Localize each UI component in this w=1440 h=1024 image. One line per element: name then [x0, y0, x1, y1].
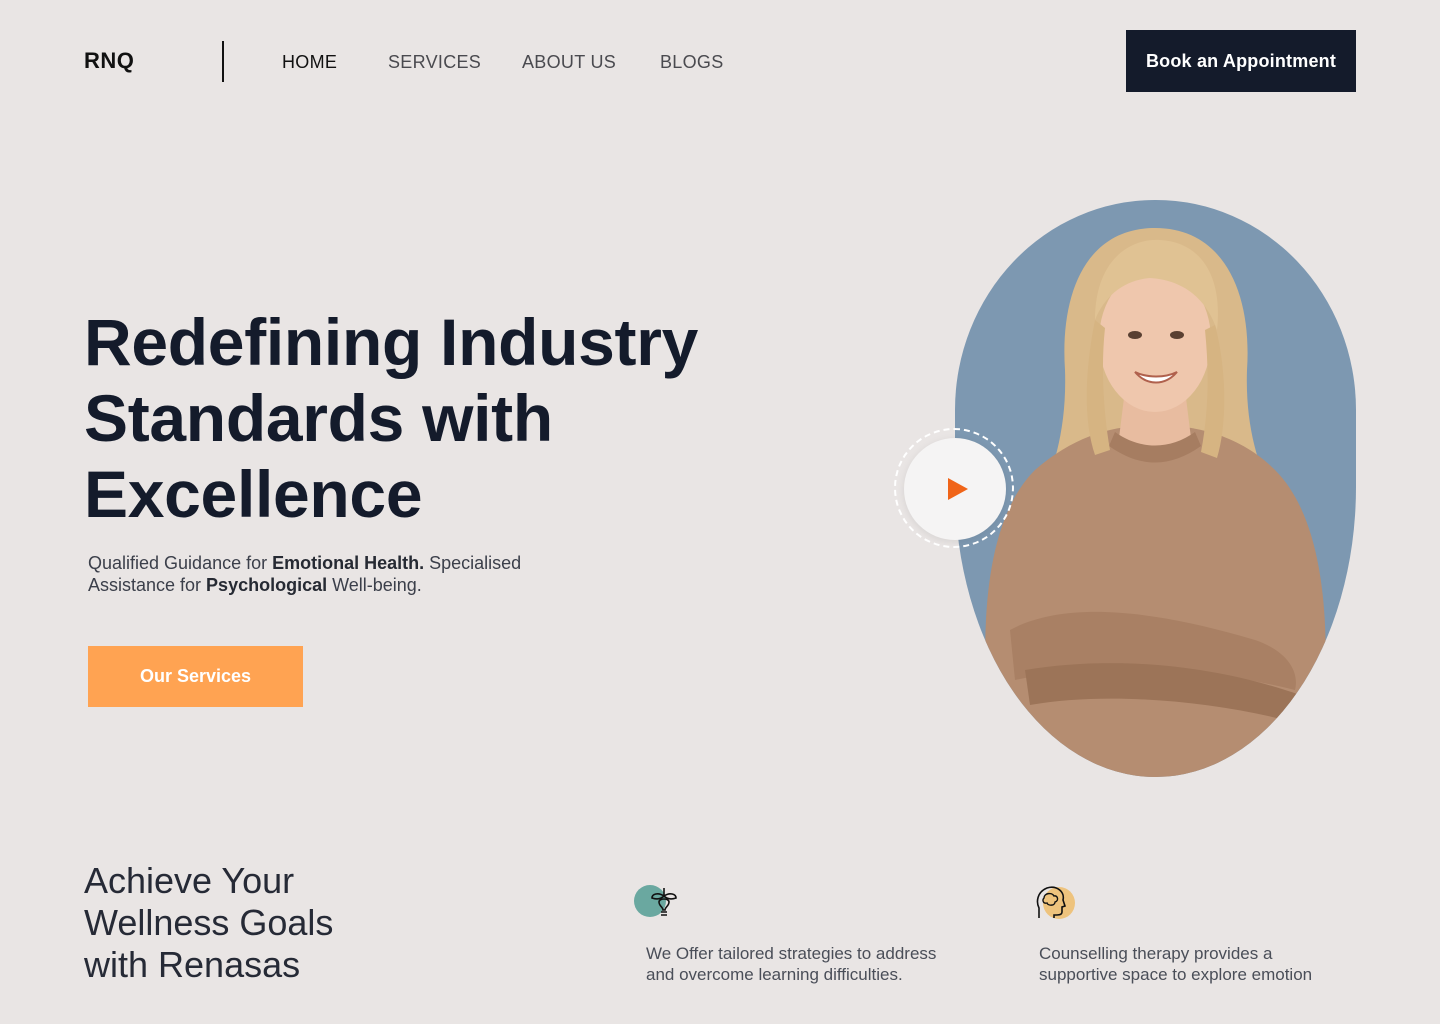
- hero-title-line: Standards with: [84, 381, 553, 455]
- lightbulb-growth-icon: [634, 884, 682, 925]
- feature-text-learning: We Offer tailored strategies to address …: [646, 943, 976, 985]
- nav-item-about-us[interactable]: ABOUT US: [522, 52, 616, 73]
- nav-item-blogs[interactable]: BLOGS: [660, 52, 724, 73]
- our-services-button[interactable]: Our Services: [88, 646, 303, 707]
- hero-title: Redefining Industry Standards with Excel…: [84, 304, 784, 532]
- nav-item-home[interactable]: HOME: [282, 52, 337, 73]
- feature-text-line: Counselling therapy provides a: [1039, 944, 1273, 963]
- nav-item-services[interactable]: SERVICES: [388, 52, 481, 73]
- head-brain-icon: [1035, 884, 1079, 925]
- hero-title-line: Excellence: [84, 457, 423, 531]
- hero-subtitle: Qualified Guidance for Emotional Health.…: [88, 552, 568, 596]
- feature-text-line: and overcome learning difficulties.: [646, 965, 903, 984]
- hero-portrait: [955, 200, 1356, 777]
- play-video-button[interactable]: [904, 438, 1006, 540]
- hero-subtitle-text: Well-being.: [327, 575, 422, 595]
- hero-subtitle-bold: Psychological: [206, 575, 328, 595]
- wellness-title: Achieve Your Wellness Goals with Renasas: [84, 860, 404, 986]
- wellness-title-line: Achieve Your: [84, 860, 295, 901]
- play-icon: [948, 478, 968, 500]
- feature-text-counselling: Counselling therapy provides a supportiv…: [1039, 943, 1369, 985]
- header-divider: [222, 41, 224, 82]
- wellness-title-line: with Renasas: [84, 944, 301, 985]
- hero-title-line: Redefining Industry: [84, 305, 698, 379]
- hero-subtitle-text: Qualified Guidance for: [88, 553, 273, 573]
- feature-text-line: We Offer tailored strategies to address: [646, 944, 937, 963]
- woman-portrait-illustration: [985, 228, 1326, 777]
- book-appointment-button[interactable]: Book an Appointment: [1126, 30, 1356, 92]
- hero-subtitle-bold: Emotional Health.: [272, 553, 425, 573]
- feature-text-line: supportive space to explore emotion: [1039, 965, 1313, 984]
- logo[interactable]: RNQ: [84, 48, 134, 74]
- wellness-title-line: Wellness Goals: [84, 902, 334, 943]
